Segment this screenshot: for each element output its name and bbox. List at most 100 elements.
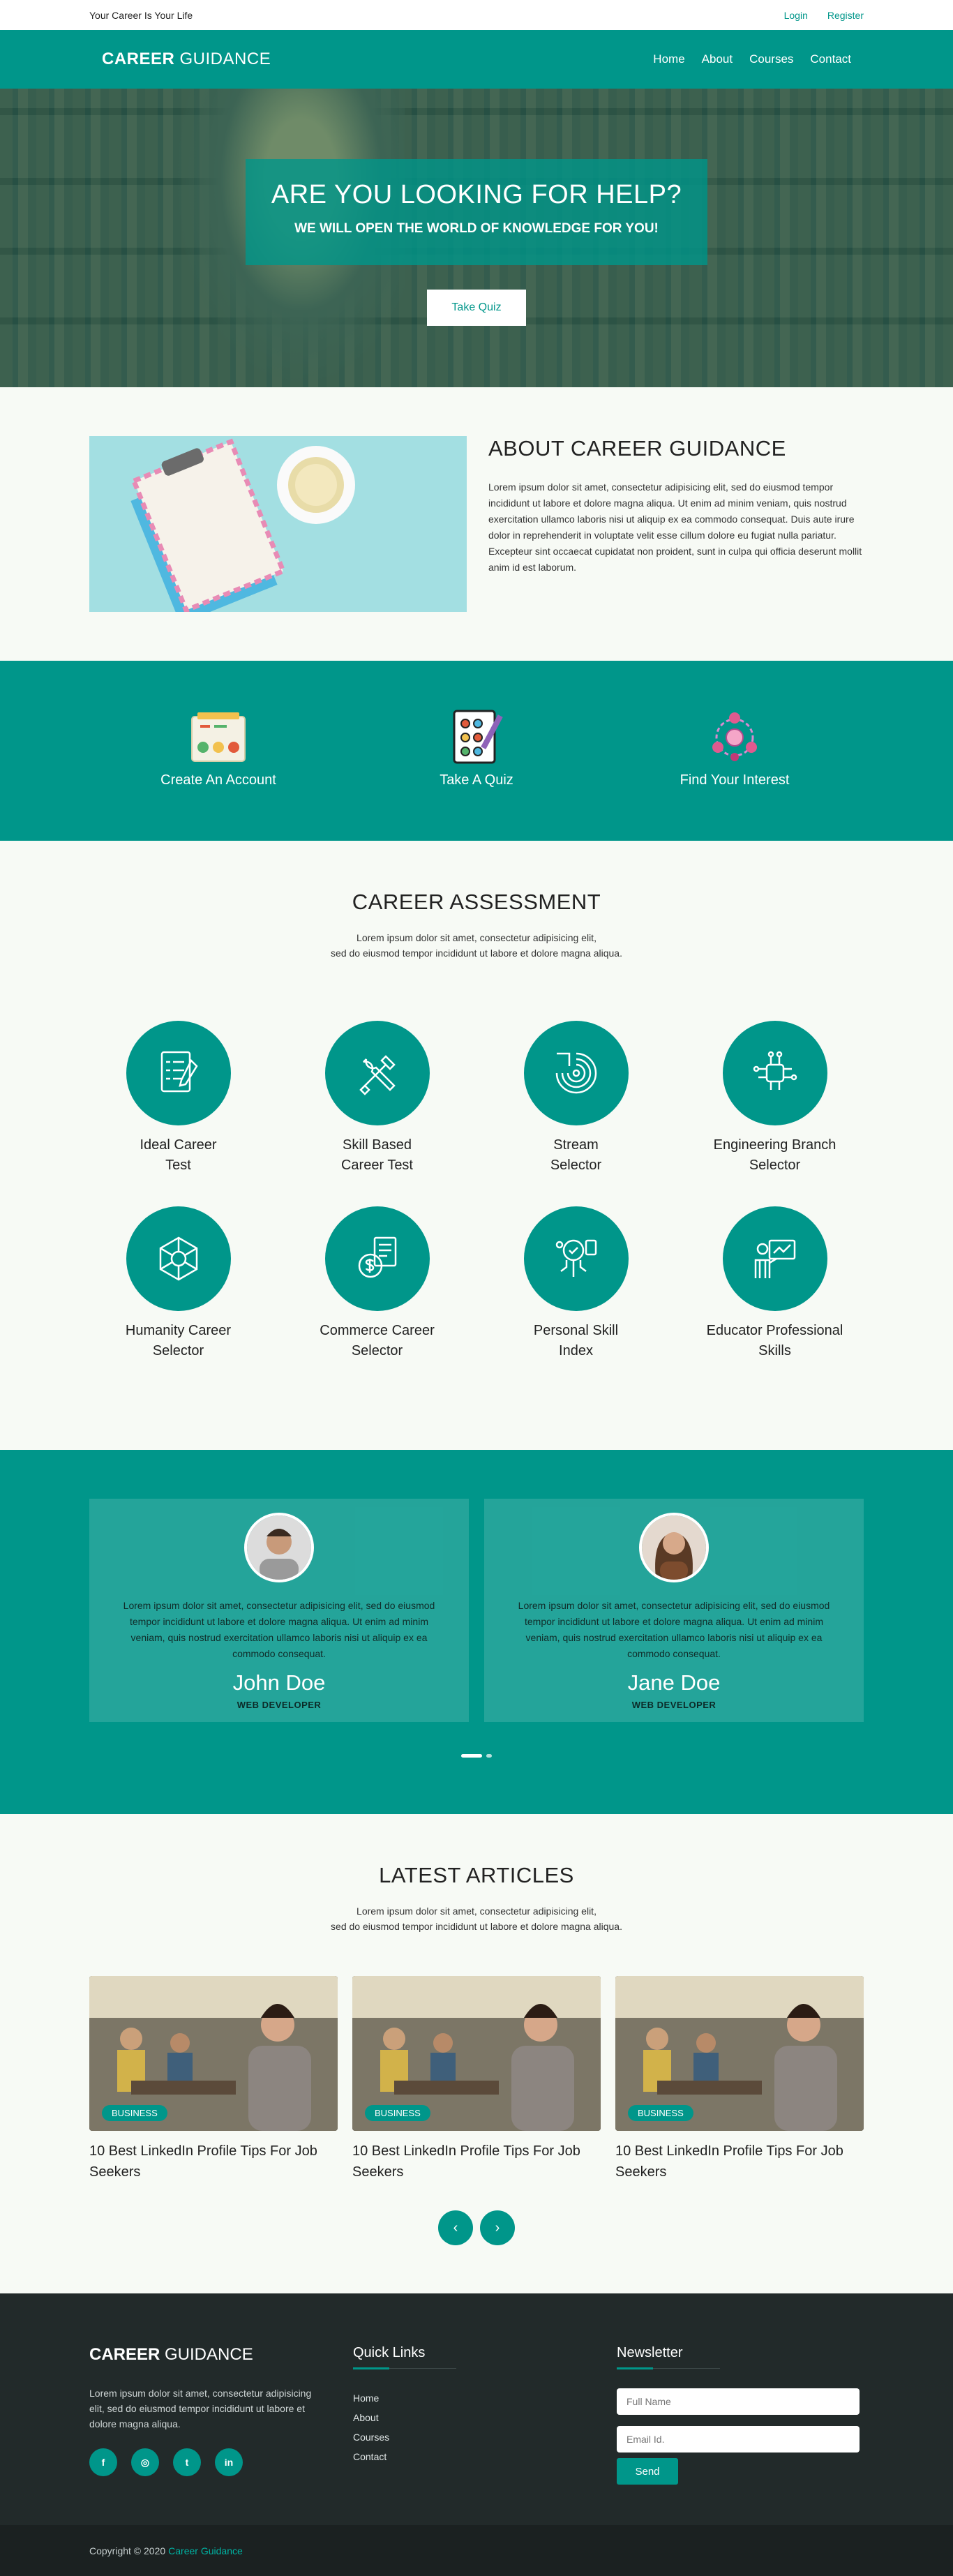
twitter-icon[interactable]: t [173,2448,201,2476]
article-card[interactable]: BUSINESS 10 Best LinkedIn Profile Tips F… [615,1976,864,2182]
testimonial-name: Jane Doe [627,1670,721,1695]
testimonial-role: WEB DEVELOPER [237,1700,322,1710]
full-name-input[interactable] [617,2388,860,2415]
article-card[interactable]: BUSINESS 10 Best LinkedIn Profile Tips F… [352,1976,601,2182]
step-find-interest[interactable]: Find Your Interest [630,710,839,788]
step-create-account[interactable]: Create An Account [114,710,323,788]
carousel-dot[interactable] [486,1754,492,1758]
steps-section: Create An Account Take A Quiz Find Your … [0,661,953,841]
hero-banner: ARE YOU LOOKING FOR HELP? WE WILL OPEN T… [0,89,953,387]
assessment-title: CAREER ASSESSMENT [352,890,601,914]
main-nav: CAREER GUIDANCE Home About Courses Conta… [0,30,953,89]
money-document-icon [324,1206,430,1311]
copyright-text: Copyright © 2020 [89,2545,166,2556]
site-footer: CAREER GUIDANCE Lorem ipsum dolor sit am… [0,2293,953,2525]
assessment-sub-line1: Lorem ipsum dolor sit amet, consectetur … [357,932,596,943]
login-link[interactable]: Login [784,10,808,21]
article-image: BUSINESS [352,1976,601,2131]
email-input[interactable] [617,2426,860,2453]
articles-sub-line2: sed do eiusmod tempor incididunt ut labo… [331,1921,622,1932]
globe-network-icon [126,1206,231,1311]
carousel-dots [0,1754,953,1758]
nav-item-courses[interactable]: Courses [749,52,793,66]
card-title-line2: Skills [758,1343,791,1358]
footer-logo-bold: CAREER [89,2345,160,2364]
card-title-line1: Commerce Career [320,1323,435,1338]
card-title-line1: Ideal Career [140,1137,217,1153]
next-arrow-button[interactable]: › [480,2210,515,2245]
logo-light: GUIDANCE [179,50,271,68]
prev-arrow-button[interactable]: ‹ [438,2210,473,2245]
step-label: Find Your Interest [680,772,790,788]
top-bar: Your Career Is Your Life Login Register [0,0,953,30]
step-take-quiz[interactable]: Take A Quiz [372,710,581,788]
assessment-card[interactable]: Humanity Career Selector [79,1206,278,1361]
carousel-dot-active[interactable] [461,1754,482,1758]
about-section: ABOUT CAREER GUIDANCE Lorem ipsum dolor … [0,387,953,661]
interest-network-icon [705,710,764,765]
footer-link-contact[interactable]: Contact [353,2447,617,2466]
assessment-card[interactable]: Engineering Branch Selector [675,1021,874,1176]
card-title-line2: Career Test [340,1158,413,1173]
card-title-line2: Selector [550,1158,602,1173]
article-title[interactable]: 10 Best LinkedIn Profile Tips For Job Se… [352,2141,601,2182]
article-title[interactable]: 10 Best LinkedIn Profile Tips For Job Se… [615,2141,864,2182]
assessment-subtitle: Lorem ipsum dolor sit amet, consectetur … [0,930,953,961]
footer-link-home[interactable]: Home [353,2388,617,2408]
footer-logo-light: GUIDANCE [165,2345,253,2364]
footer-link-courses[interactable]: Courses [353,2427,617,2447]
assessment-card[interactable]: Skill Based Career Test [278,1021,476,1176]
instagram-icon[interactable]: ◎ [131,2448,159,2476]
footer-newsletter: Newsletter Send [617,2345,864,2485]
nav-item-contact[interactable]: Contact [810,52,851,66]
nav-item-home[interactable]: Home [653,52,684,66]
footer-logo[interactable]: CAREER GUIDANCE [89,2345,353,2365]
facebook-icon[interactable]: f [89,2448,117,2476]
about-image [89,436,467,612]
assessment-card[interactable]: Stream Selector [476,1021,675,1176]
card-title-line1: Skill Based [343,1137,412,1153]
logo-bold: CAREER [102,50,175,68]
article-image: BUSINESS [615,1976,864,2131]
copyright-brand-link[interactable]: Career Guidance [168,2545,243,2556]
article-title[interactable]: 10 Best LinkedIn Profile Tips For Job Se… [89,2141,338,2182]
category-badge[interactable]: BUSINESS [628,2105,693,2121]
article-image: BUSINESS [89,1976,338,2131]
site-logo[interactable]: CAREER GUIDANCE [102,50,271,69]
assessment-card[interactable]: Personal Skill Index [476,1206,675,1361]
copyright-bar: Copyright © 2020 Career Guidance [0,2525,953,2576]
footer-description: Lorem ipsum dolor sit amet, consectetur … [89,2388,312,2429]
assessment-card[interactable]: Ideal Career Test [79,1021,278,1176]
take-quiz-button[interactable]: Take Quiz [427,290,526,326]
checklist-icon [126,1021,231,1125]
assessment-card[interactable]: Commerce Career Selector [278,1206,476,1361]
assessment-card[interactable]: Educator Professional Skills [675,1206,874,1361]
target-icon [523,1021,629,1125]
article-card[interactable]: BUSINESS 10 Best LinkedIn Profile Tips F… [89,1976,338,2182]
linkedin-icon[interactable]: in [215,2448,243,2476]
avatar [639,1513,709,1582]
auth-links: Login Register [784,10,864,21]
hero-text-box: ARE YOU LOOKING FOR HELP? WE WILL OPEN T… [246,159,707,265]
send-button[interactable]: Send [617,2458,678,2485]
category-badge[interactable]: BUSINESS [102,2105,167,2121]
card-title-line1: Engineering Branch [713,1137,836,1153]
articles-grid: BUSINESS 10 Best LinkedIn Profile Tips F… [89,1976,864,2182]
hero-title: ARE YOU LOOKING FOR HELP? [271,180,682,209]
card-title-line2: Selector [152,1343,204,1358]
footer-about: CAREER GUIDANCE Lorem ipsum dolor sit am… [89,2345,353,2485]
about-text: Lorem ipsum dolor sit amet, consectetur … [488,481,862,573]
avatar [244,1513,314,1582]
category-badge[interactable]: BUSINESS [365,2105,430,2121]
testimonial-text: Lorem ipsum dolor sit amet, consectetur … [123,1600,435,1659]
step-label: Create An Account [160,772,276,788]
card-title-line1: Educator Professional [706,1323,843,1338]
testimonial-name: John Doe [232,1670,326,1695]
articles-sub-line1: Lorem ipsum dolor sit amet, consectetur … [357,1905,596,1917]
register-link[interactable]: Register [827,10,864,21]
articles-subtitle: Lorem ipsum dolor sit amet, consectetur … [0,1903,953,1934]
footer-link-about[interactable]: About [353,2408,617,2427]
testimonial-role: WEB DEVELOPER [631,1700,716,1710]
nav-item-about[interactable]: About [702,52,733,66]
card-title-line2: Selector [749,1158,801,1173]
